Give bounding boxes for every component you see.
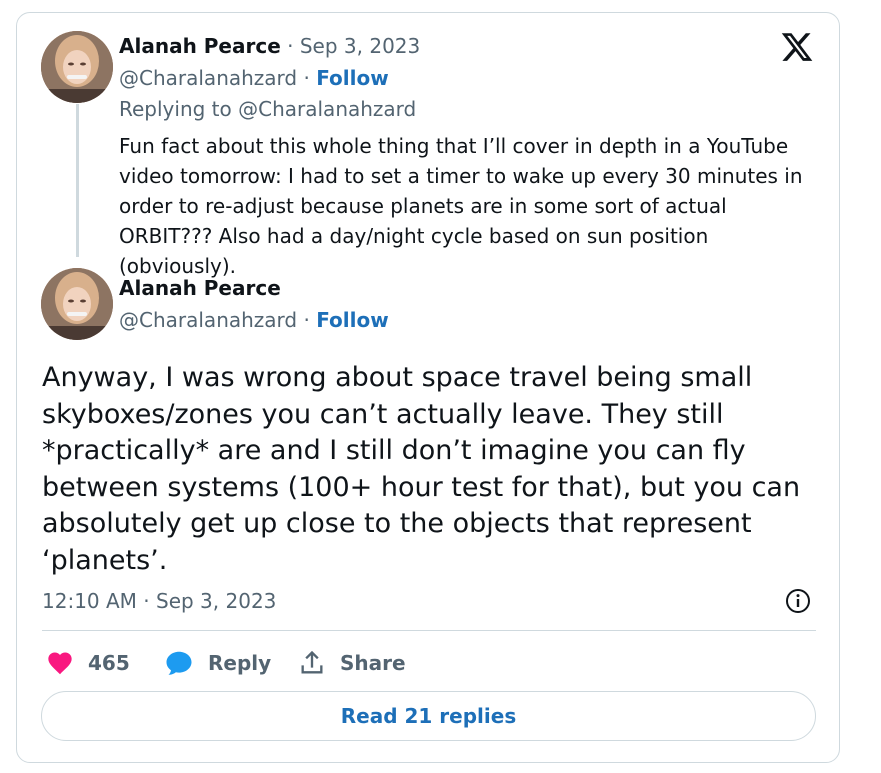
tweet-timestamp[interactable]: 12:10 AM · Sep 3, 2023: [42, 589, 276, 613]
share-upload-icon: [298, 649, 326, 677]
replying-to-label: Replying to: [119, 97, 232, 121]
share-button[interactable]: Share: [298, 648, 406, 678]
separator-dot: ·: [297, 66, 317, 90]
replying-to-handle[interactable]: @Charalanahzard: [238, 97, 416, 121]
main-tweet-text: Anyway, I was wrong about space travel b…: [42, 362, 801, 576]
parent-author-handle-row: @Charalanahzard · Follow: [119, 66, 389, 90]
parent-author-handle[interactable]: @Charalanahzard: [119, 66, 297, 90]
parent-follow-button[interactable]: Follow: [316, 66, 389, 90]
main-author-avatar[interactable]: [41, 268, 113, 340]
thread-connector-line: [76, 104, 79, 257]
main-author-handle-row: @Charalanahzard · Follow: [119, 308, 389, 332]
separator-dot: ·: [297, 308, 317, 332]
main-author-handle[interactable]: @Charalanahzard: [119, 308, 297, 332]
parent-tweet-text: Fun fact about this whole thing that I’l…: [119, 134, 803, 278]
like-button[interactable]: 465: [46, 648, 130, 678]
main-follow-button[interactable]: Follow: [316, 308, 389, 332]
replying-to-line: Replying to @Charalanahzard: [119, 97, 416, 121]
share-label: Share: [340, 651, 406, 675]
parent-author-name[interactable]: Alanah Pearce · Sep 3, 2023: [119, 34, 420, 58]
reply-button[interactable]: Reply: [164, 648, 271, 678]
speech-bubble-icon: [164, 648, 194, 678]
reply-label: Reply: [208, 651, 272, 675]
main-author-name[interactable]: Alanah Pearce: [119, 276, 281, 300]
info-icon[interactable]: [784, 587, 812, 615]
x-logo-icon[interactable]: [780, 30, 814, 64]
actions-divider: [42, 630, 816, 631]
like-count: 465: [88, 651, 130, 675]
parent-tweet-date[interactable]: Sep 3, 2023: [300, 34, 420, 58]
separator-dot: ·: [280, 34, 300, 58]
heart-icon: [46, 649, 74, 677]
parent-author-name-text[interactable]: Alanah Pearce: [119, 34, 281, 58]
parent-author-avatar[interactable]: [41, 31, 113, 103]
read-replies-button[interactable]: Read 21 replies: [41, 691, 816, 741]
